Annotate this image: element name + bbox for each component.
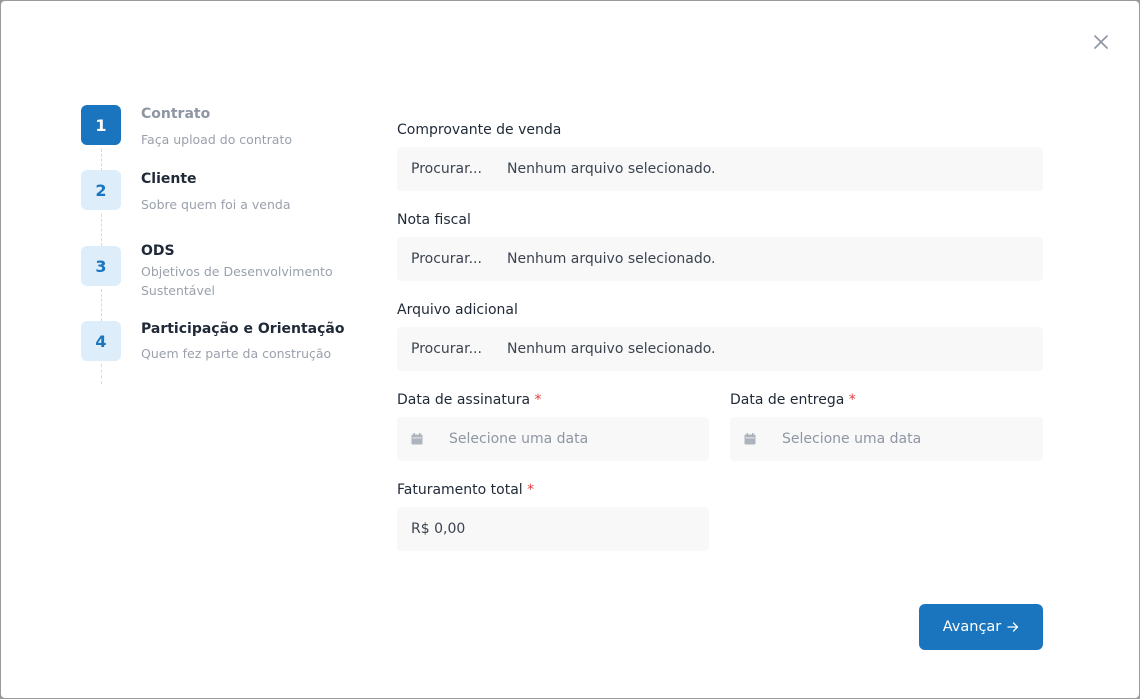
faturamento-label: Faturamento total * [397, 482, 534, 498]
step-number: 4 [81, 321, 121, 361]
data-entrega-label: Data de entrega * [730, 392, 856, 408]
data-assinatura-label: Data de assinatura * [397, 392, 542, 408]
required-mark: * [534, 392, 542, 408]
faturamento-input[interactable]: R$ 0,00 [397, 507, 709, 551]
browse-button[interactable]: Procurar... [397, 251, 507, 267]
step-description: Sobre quem foi a venda [141, 197, 291, 212]
arquivo-adicional-label: Arquivo adicional [397, 302, 518, 318]
browse-button[interactable]: Procurar... [397, 161, 507, 177]
modal-dialog: 1 Contrato Faça upload do contrato 2 Cli… [1, 1, 1139, 698]
next-button[interactable]: Avançar [919, 604, 1043, 650]
label-text: Data de assinatura [397, 392, 531, 408]
step-description: Quem fez parte da construção [141, 346, 332, 361]
calendar-icon [411, 433, 423, 445]
browse-button[interactable]: Procurar... [397, 341, 507, 357]
comprovante-label: Comprovante de venda [397, 122, 562, 138]
currency-value: R$ 0,00 [411, 521, 466, 537]
next-button-label: Avançar [942, 619, 1002, 635]
step-number: 2 [81, 170, 121, 210]
required-mark: * [848, 392, 856, 408]
arquivo-adicional-file-input[interactable]: Procurar... Nenhum arquivo selecionado. [397, 327, 1043, 371]
step-title: Participação e Orientação [141, 321, 345, 337]
step-connector [101, 214, 102, 246]
label-text: Faturamento total [397, 482, 523, 498]
required-mark: * [527, 482, 535, 498]
data-assinatura-date-picker[interactable]: Selecione uma data [397, 417, 709, 461]
step-connector [101, 289, 102, 321]
file-status: Nenhum arquivo selecionado. [507, 251, 716, 267]
nota-fiscal-file-input[interactable]: Procurar... Nenhum arquivo selecionado. [397, 237, 1043, 281]
close-icon [1094, 35, 1108, 49]
calendar-icon [744, 433, 756, 445]
step-title: ODS [141, 243, 175, 259]
step-title: Cliente [141, 171, 197, 187]
comprovante-file-input[interactable]: Procurar... Nenhum arquivo selecionado. [397, 147, 1043, 191]
step-number: 3 [81, 246, 121, 286]
data-entrega-date-picker[interactable]: Selecione uma data [730, 417, 1043, 461]
step-connector [101, 364, 102, 384]
date-placeholder: Selecione uma data [782, 431, 922, 447]
label-text: Data de entrega [730, 392, 845, 408]
step-description: Objetivos de Desenvolvimento Sustentável [141, 264, 333, 298]
step-title: Contrato [141, 106, 211, 122]
step-number: 1 [81, 105, 121, 145]
close-button[interactable] [1091, 32, 1111, 52]
nota-fiscal-label: Nota fiscal [397, 212, 471, 228]
file-status: Nenhum arquivo selecionado. [507, 161, 716, 177]
arrow-right-icon [1007, 621, 1019, 633]
file-status: Nenhum arquivo selecionado. [507, 341, 716, 357]
step-description: Faça upload do contrato [141, 132, 293, 147]
step-connector [101, 149, 102, 171]
date-placeholder: Selecione uma data [449, 431, 589, 447]
